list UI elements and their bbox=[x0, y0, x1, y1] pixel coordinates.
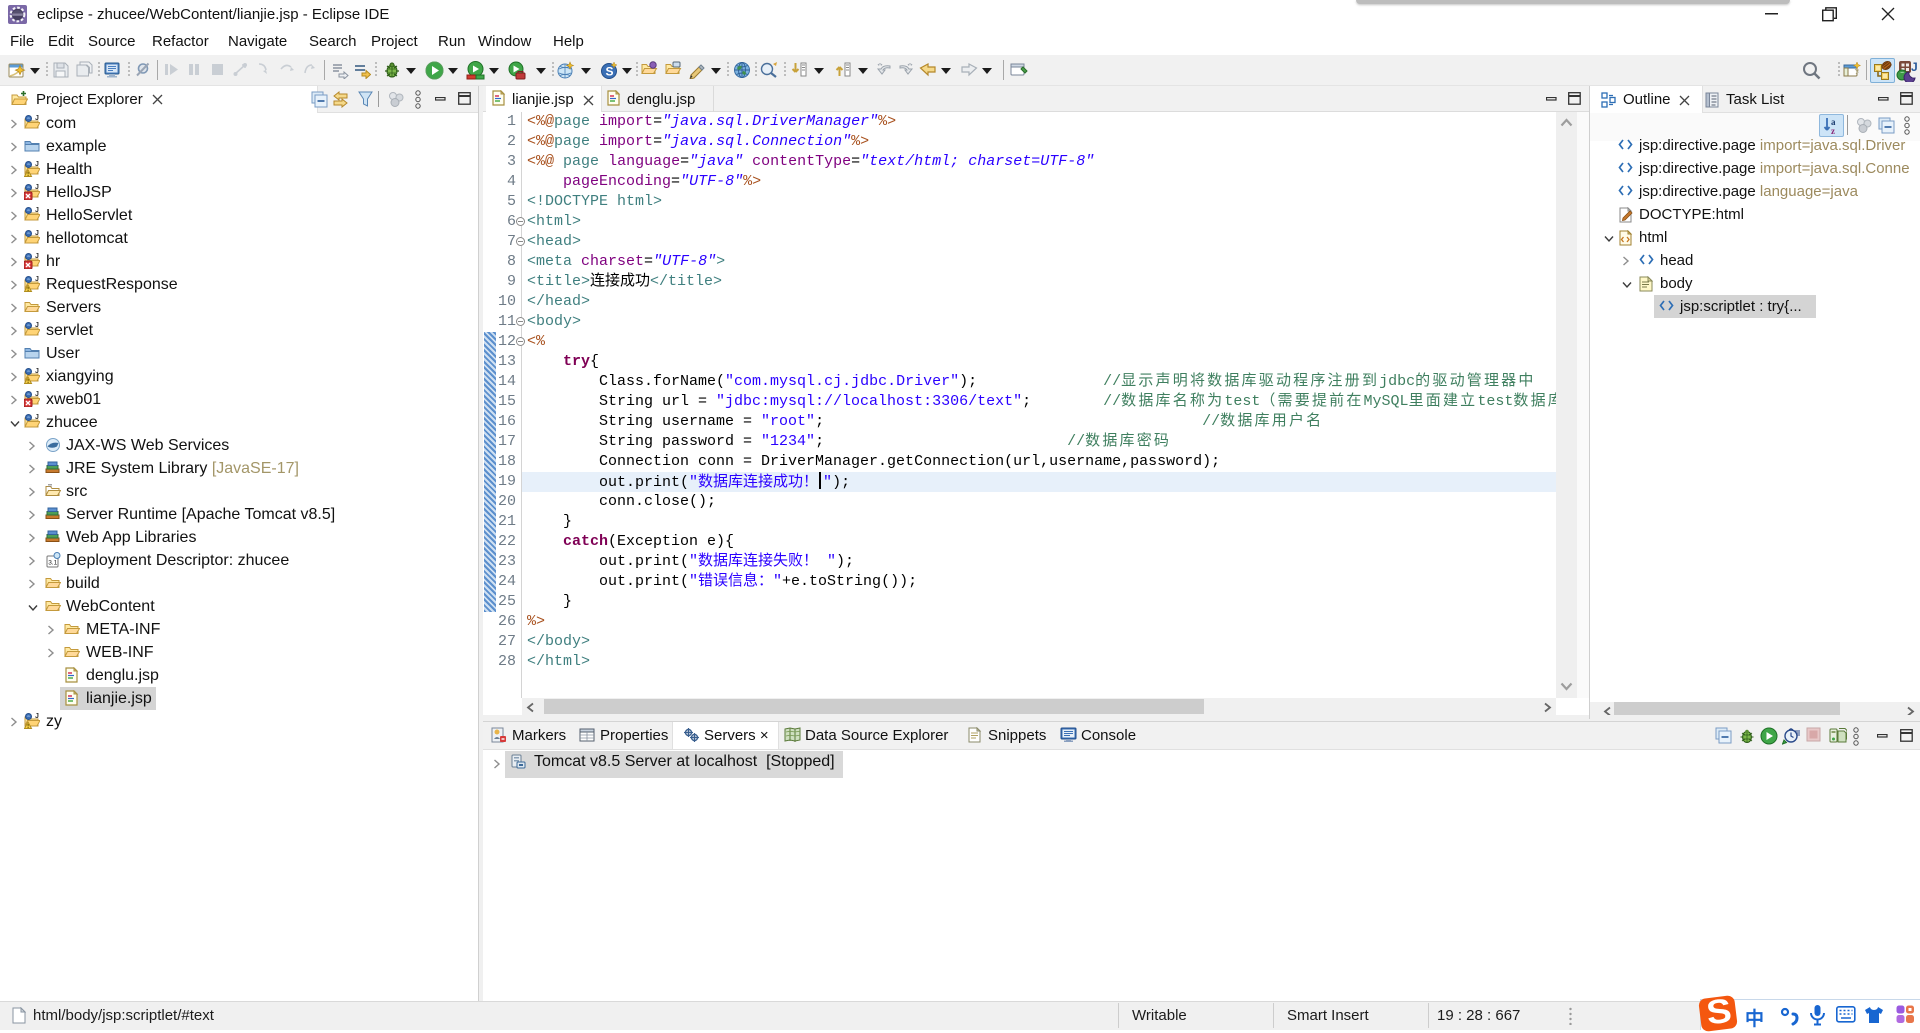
svg-text:J: J bbox=[35, 322, 39, 329]
svg-text:J: J bbox=[35, 391, 39, 398]
svg-text:J: J bbox=[35, 414, 39, 421]
svg-text:J: J bbox=[35, 115, 39, 122]
svg-text:z: z bbox=[1831, 126, 1835, 135]
svg-text:J: J bbox=[35, 207, 39, 214]
svg-text:J: J bbox=[35, 161, 39, 168]
svg-text:J: J bbox=[35, 253, 39, 260]
svg-text:J: J bbox=[35, 368, 39, 375]
svg-text:J: J bbox=[1911, 60, 1918, 74]
svg-text:3.1: 3.1 bbox=[48, 560, 57, 567]
svg-text:S: S bbox=[606, 65, 614, 79]
svg-text:J: J bbox=[35, 713, 39, 720]
svg-text:J: J bbox=[35, 230, 39, 237]
svg-text:J: J bbox=[35, 184, 39, 191]
svg-text:J: J bbox=[35, 276, 39, 283]
